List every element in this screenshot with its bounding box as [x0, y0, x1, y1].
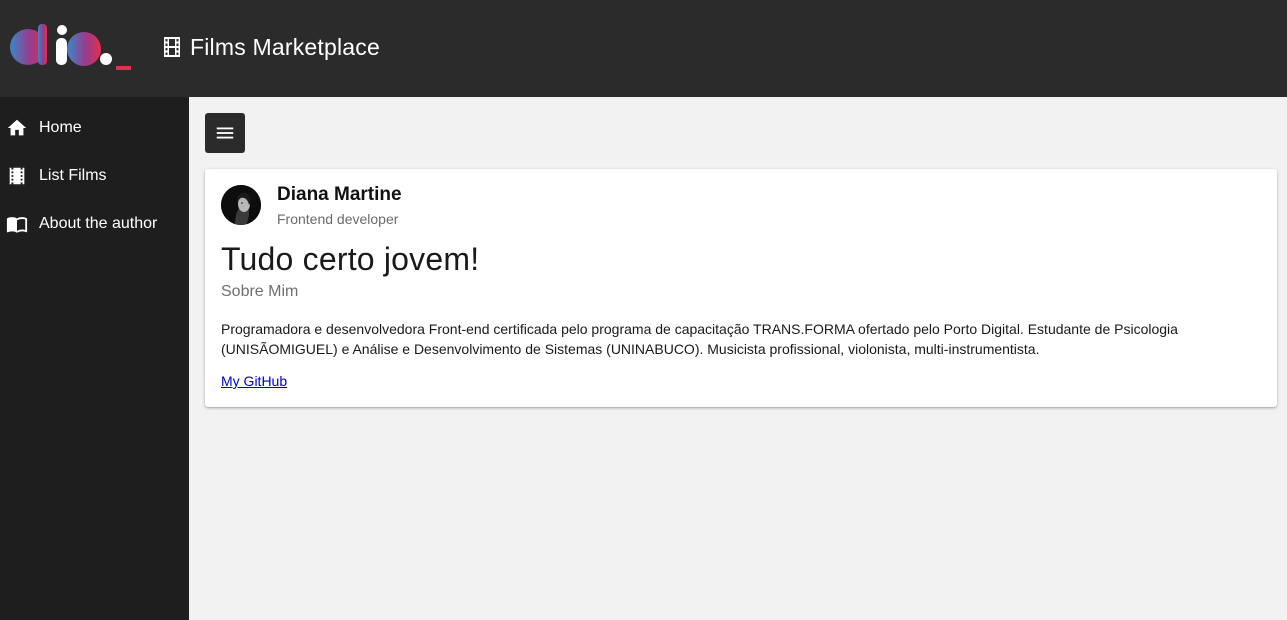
sidebar-item-home[interactable]: Home [0, 108, 189, 148]
app-title: Films Marketplace [190, 33, 380, 60]
github-link[interactable]: My GitHub [221, 373, 287, 389]
book-icon [6, 217, 28, 233]
top-app-bar: Films Marketplace [0, 0, 1287, 97]
card-subheadline: Sobre Mim [221, 283, 299, 300]
dio-logo [10, 24, 131, 70]
sidebar-item-about-the-author[interactable]: About the author [0, 204, 189, 244]
author-role: Frontend developer [277, 211, 399, 227]
hamburger-icon [216, 127, 234, 139]
sidebar-item-label: Home [39, 119, 82, 136]
author-bio: Programadora e desenvolvedora Front-end … [221, 321, 1178, 357]
avatar [221, 185, 261, 225]
menu-toggle-button[interactable] [205, 113, 245, 153]
author-card: Diana Martine Frontend developer Tudo ce… [205, 169, 1277, 407]
film-icon [9, 167, 25, 185]
app-title-group: Films Marketplace [164, 30, 380, 64]
author-name: Diana Martine [277, 184, 402, 205]
avatar-portrait [221, 185, 261, 225]
sidebar-item-label: List Films [39, 167, 107, 184]
sidebar-item-list-films[interactable]: List Films [0, 156, 189, 196]
sidebar-item-label: About the author [39, 215, 158, 232]
sidebar-nav: Home List Films About the author [0, 97, 189, 620]
film-icon [164, 37, 180, 57]
card-headline: Tudo certo jovem! [221, 241, 480, 277]
home-icon [7, 119, 27, 136]
